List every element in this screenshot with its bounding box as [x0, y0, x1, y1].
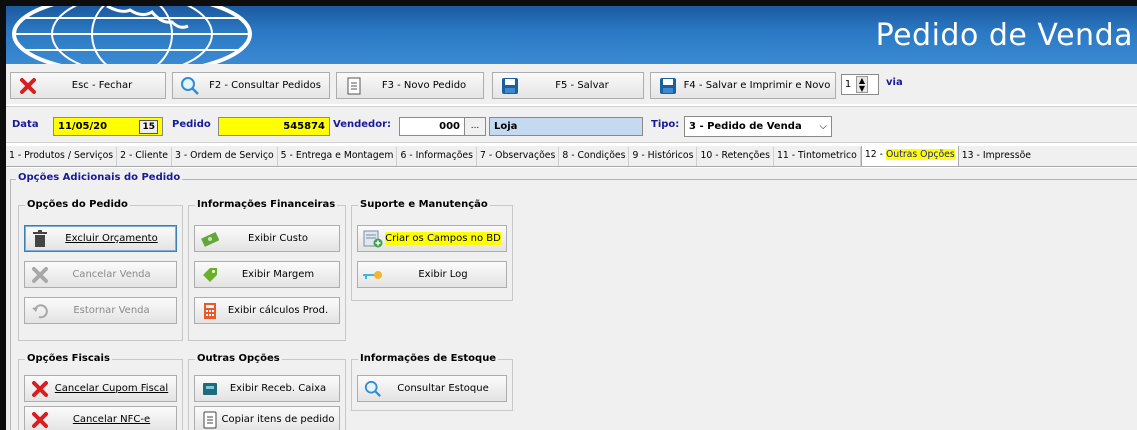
stepper-arrows-icon[interactable]: ▲ ▼ [856, 76, 868, 93]
toolbar: Esc - Fechar F2 - Consultar Pedidos F3 -… [6, 64, 1137, 104]
cancel-fiscal-coupon-button[interactable]: Cancelar Cupom Fiscal [24, 375, 177, 402]
globe-logo [12, 6, 252, 64]
date-label: Data [12, 119, 39, 130]
calendar-icon[interactable]: 15 [139, 119, 158, 134]
create-db-fields-button[interactable]: Criar os Campos no BD [357, 225, 507, 252]
group-title: Opções do Pedido [25, 199, 130, 210]
type-label: Tipo: [651, 119, 680, 130]
new-order-button[interactable]: F3 - Novo Pedido [336, 72, 484, 99]
cancel-icon [29, 266, 51, 284]
tab-cliente[interactable]: 2 - Cliente [117, 147, 172, 166]
section-title: Opções Adicionais do Pedido [16, 172, 183, 183]
group-title: Suporte e Manutenção [358, 199, 490, 210]
tab-condicoes[interactable]: 8 - Condições [559, 147, 630, 166]
tab-produtos[interactable]: 1 - Produtos / Serviços [6, 147, 118, 166]
delete-quote-button[interactable]: Excluir Orçamento [24, 225, 177, 252]
tab-bar: 1 - Produtos / Serviços 2 - Cliente 3 - … [6, 146, 1137, 167]
order-label: Pedido [172, 119, 211, 130]
check-stock-button[interactable]: Consultar Estoque [357, 375, 507, 402]
seller-label: Vendedor: [333, 119, 391, 130]
calculator-icon [199, 302, 221, 320]
key-icon [362, 268, 384, 282]
tab-entrega[interactable]: 5 - Entrega e Montagem [278, 147, 398, 166]
tab-content: Opções Adicionais do Pedido Opções do Pe… [6, 168, 1137, 430]
save-icon [499, 75, 521, 97]
cancel-sale-button[interactable]: Cancelar Venda [24, 261, 177, 288]
seller-name-field: Loja [489, 117, 643, 136]
search-icon [362, 380, 384, 398]
group-title: Outras Opções [195, 353, 282, 364]
date-field[interactable]: 11/05/20 15 [53, 117, 163, 136]
new-document-icon [343, 75, 365, 97]
search-icon [179, 75, 201, 97]
window-title: Pedido de Venda [875, 18, 1133, 53]
tab-historicos[interactable]: 9 - Históricos [629, 147, 698, 166]
order-number-field[interactable]: 545874 [218, 117, 330, 136]
money-icon [199, 231, 221, 247]
tab-retencoes[interactable]: 10 - Retenções [697, 147, 774, 166]
copy-document-icon [199, 411, 221, 429]
chevron-down-icon: ⌵ [819, 121, 827, 132]
copies-stepper[interactable]: 1 ▲ ▼ [841, 74, 879, 95]
show-log-button[interactable]: Exibir Log [357, 261, 507, 288]
close-icon [29, 380, 51, 398]
type-select[interactable]: 3 - Pedido de Venda ⌵ [684, 116, 832, 137]
reverse-sale-button[interactable]: Estornar Venda [24, 297, 177, 324]
save-button[interactable]: F5 - Salvar [492, 72, 644, 99]
close-icon [29, 411, 51, 429]
undo-icon [29, 302, 51, 320]
tab-observacoes[interactable]: 7 - Observações [477, 147, 560, 166]
tag-icon [199, 266, 221, 284]
app-window: Pedido de Venda Esc - Fechar F2 - Consul… [0, 0, 1137, 430]
tab-informacoes[interactable]: 6 - Informações [397, 147, 477, 166]
seller-code-field[interactable]: 000 [399, 117, 465, 136]
cancel-nfce-button[interactable]: Cancelar NFC-e [24, 406, 177, 430]
order-info-bar: Data 11/05/20 15 Pedido 545874 Vendedor:… [6, 106, 1137, 143]
section-border-left [10, 179, 11, 430]
show-margin-button[interactable]: Exibir Margem [194, 261, 340, 288]
copy-order-items-button[interactable]: Copiar itens de pedido [194, 406, 340, 430]
tab-impressoes[interactable]: 13 - Impressõe [959, 147, 1034, 166]
cash-register-icon [199, 381, 221, 397]
show-cash-receipt-button[interactable]: Exibir Receb. Caixa [194, 375, 340, 402]
show-product-calculations-button[interactable]: Exibir cálculos Prod. [194, 297, 340, 324]
seller-browse-button[interactable]: ... [464, 117, 486, 136]
trash-icon [29, 229, 51, 248]
show-cost-button[interactable]: Exibir Custo [194, 225, 340, 252]
consult-orders-button[interactable]: F2 - Consultar Pedidos [172, 72, 330, 99]
header-banner: Pedido de Venda [6, 6, 1137, 64]
group-title: Informações de Estoque [358, 353, 499, 364]
group-title: Opções Fiscais [25, 353, 112, 364]
group-title: Informações Financeiras [195, 199, 338, 210]
database-add-icon [362, 230, 384, 248]
copies-suffix: via [886, 77, 903, 88]
save-print-icon [657, 75, 679, 97]
tab-outras-opcoes[interactable]: 12 - Outras Opções [860, 146, 959, 166]
close-icon [17, 75, 39, 97]
close-button[interactable]: Esc - Fechar [10, 72, 166, 99]
tab-tintometrico[interactable]: 11 - Tintometrico [774, 147, 861, 166]
tab-ordem-servico[interactable]: 3 - Ordem de Serviço [172, 147, 278, 166]
save-print-new-button[interactable]: F4 - Salvar e Imprimir e Novo [650, 72, 836, 99]
